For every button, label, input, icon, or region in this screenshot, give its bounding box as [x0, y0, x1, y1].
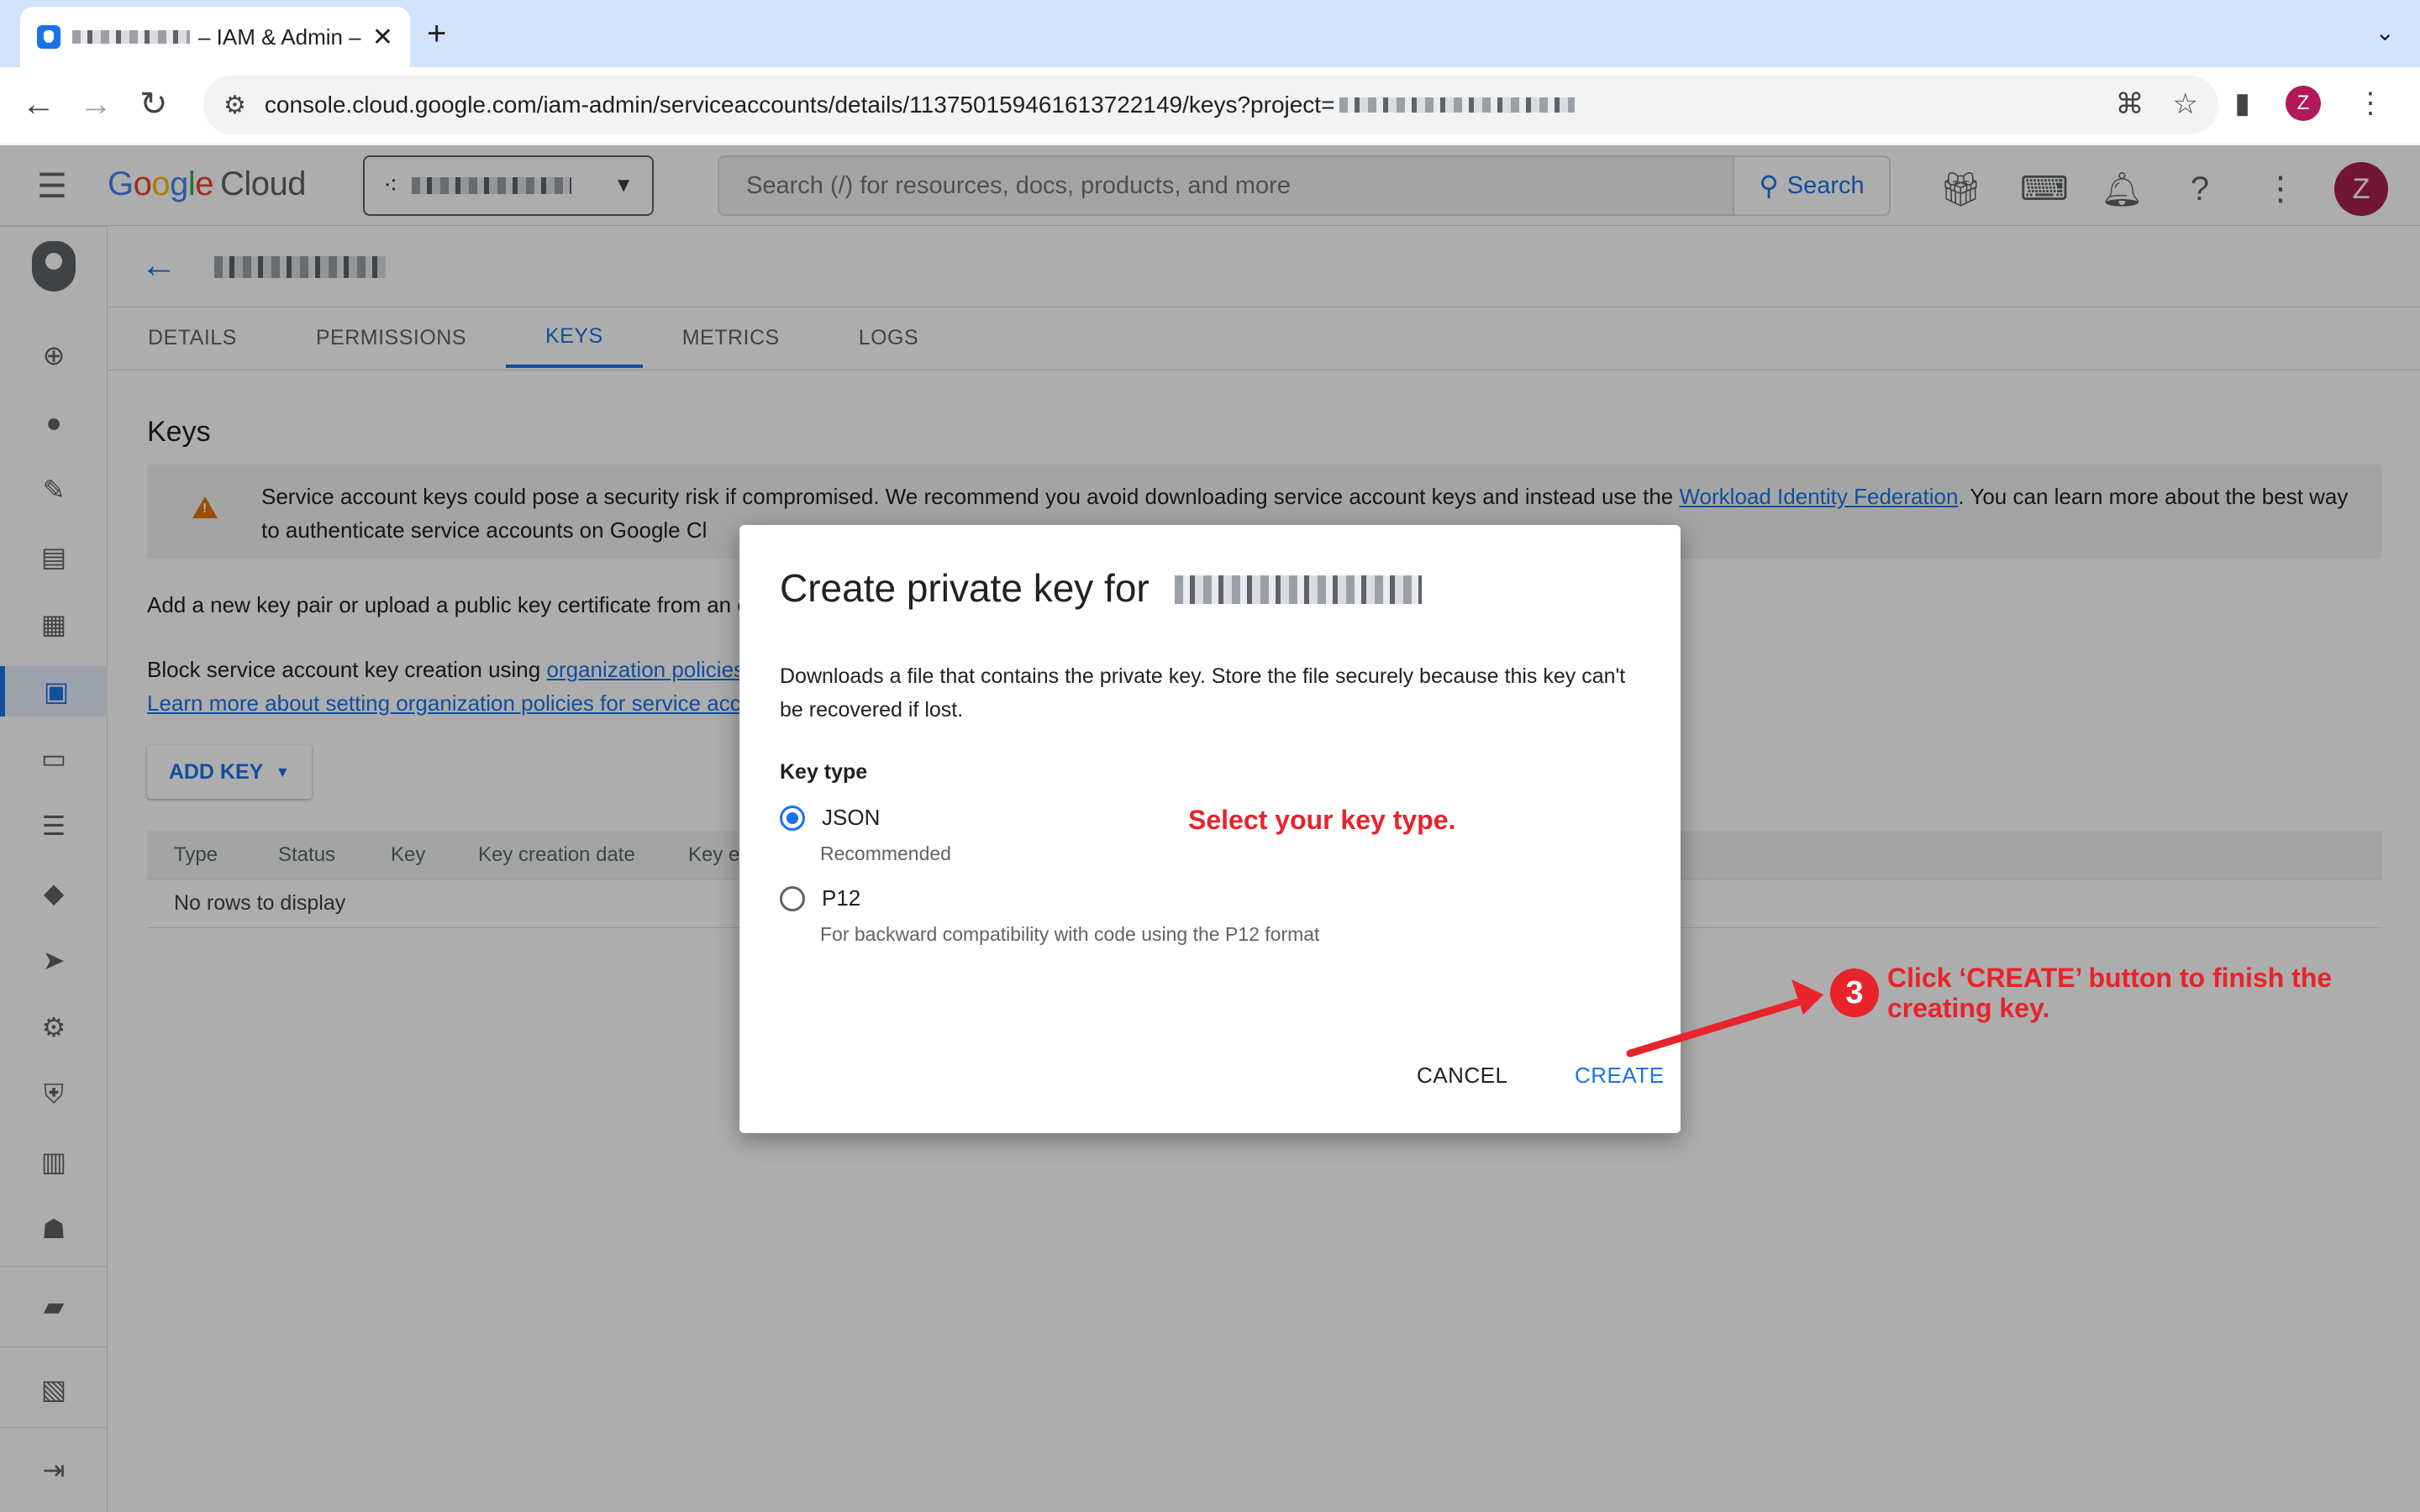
bookmark-star-icon[interactable]: ☆	[2173, 87, 2198, 121]
iam-favicon-icon	[37, 25, 60, 49]
tab-search-chevron-icon[interactable]: ⌄	[2375, 18, 2395, 46]
radio-p12[interactable]	[780, 885, 805, 911]
site-info-icon[interactable]: ⚙	[224, 91, 246, 120]
dialog-description: Downloads a file that contains the priva…	[780, 664, 1626, 722]
key-type-option-p12[interactable]: P12	[780, 885, 860, 911]
forward-icon[interactable]: →	[79, 86, 113, 123]
annotation-step-text: Click ‘CREATE’ button to finish the crea…	[1887, 963, 2333, 1023]
translate-icon[interactable]: ⌘	[2116, 87, 2144, 121]
browser-toolbar: ← → ↻ ⚙ console.cloud.google.com/iam-adm…	[0, 67, 2420, 144]
back-icon[interactable]: ←	[22, 86, 55, 123]
key-type-option-json[interactable]: JSON	[780, 805, 880, 831]
tab-close-icon[interactable]: ✕	[372, 23, 393, 52]
option-sublabel: For backward compatibility with code usi…	[820, 923, 1320, 945]
dialog-title: Create private key for	[780, 566, 1150, 610]
address-bar[interactable]: ⚙ console.cloud.google.com/iam-admin/ser…	[203, 76, 2218, 134]
kebab-menu-icon[interactable]: ⋮	[2356, 87, 2385, 120]
browser-tab[interactable]: – IAM & Admin – ✕	[20, 7, 410, 67]
url-text: console.cloud.google.com/iam-admin/servi…	[264, 92, 1335, 118]
option-label: JSON	[822, 805, 881, 830]
tab-title: – IAM & Admin –	[198, 24, 361, 50]
browser-tab-strip: – IAM & Admin – ✕ + ⌄	[0, 0, 2420, 67]
new-tab-icon[interactable]: +	[427, 15, 446, 52]
option-label: P12	[822, 885, 861, 911]
cancel-button[interactable]: CANCEL	[1393, 1053, 1531, 1098]
redacted-project-id	[1339, 97, 1576, 113]
create-button[interactable]: CREATE	[1551, 1053, 1688, 1098]
create-private-key-dialog: Create private key for Downloads a file …	[739, 525, 1681, 1133]
redacted-account-name	[1175, 575, 1422, 604]
reload-icon[interactable]: ↻	[139, 86, 168, 123]
side-panel-icon[interactable]: ▮	[2234, 87, 2250, 120]
redacted-tab-text	[72, 30, 190, 44]
radio-json[interactable]	[780, 805, 805, 831]
profile-avatar[interactable]: Z	[2286, 86, 2321, 121]
option-sublabel: Recommended	[820, 843, 951, 864]
annotation-select-hint: Select your key type.	[1188, 805, 1456, 835]
key-type-label: Key type	[780, 760, 868, 784]
step-number-badge: 3	[1830, 969, 1879, 1017]
